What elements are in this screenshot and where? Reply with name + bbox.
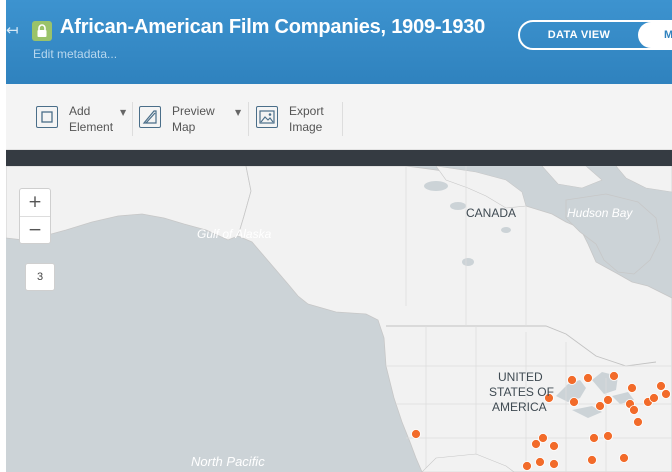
map-marker[interactable] bbox=[549, 441, 559, 451]
export-image-button[interactable]: Export Image bbox=[256, 100, 336, 138]
map-marker[interactable] bbox=[538, 433, 548, 443]
add-element-button[interactable]: Add Element ▼ bbox=[36, 100, 128, 138]
label-gulf-of-alaska: Gulf of Alaska bbox=[197, 227, 272, 241]
chevron-down-icon: ▼ bbox=[235, 108, 242, 117]
label-usa-line1: UNITED bbox=[498, 370, 543, 384]
toolbar: Add Element ▼ Preview Map ▼ Export Image bbox=[6, 84, 672, 150]
map-marker[interactable] bbox=[567, 375, 577, 385]
map-marker[interactable] bbox=[587, 455, 597, 465]
map-marker[interactable] bbox=[535, 457, 545, 467]
toolbar-divider bbox=[132, 102, 133, 136]
chevron-down-icon: ▼ bbox=[120, 108, 127, 117]
map-marker[interactable] bbox=[629, 405, 639, 415]
map-marker[interactable] bbox=[627, 383, 637, 393]
page-title: African-American Film Companies, 1909-19… bbox=[60, 16, 486, 38]
map-marker[interactable] bbox=[661, 389, 671, 399]
toolbar-divider bbox=[248, 102, 249, 136]
map-marker[interactable] bbox=[411, 429, 421, 439]
zoom-control: + − bbox=[19, 188, 51, 244]
map-marker[interactable] bbox=[633, 417, 643, 427]
back-arrow-icon[interactable]: ↤ bbox=[6, 20, 20, 40]
map-marker[interactable] bbox=[522, 461, 532, 471]
map-marker[interactable] bbox=[549, 459, 559, 469]
toolbar-divider bbox=[342, 102, 343, 136]
image-icon bbox=[256, 106, 278, 128]
map-marker[interactable] bbox=[569, 397, 579, 407]
zoom-level-indicator: 3 bbox=[25, 263, 55, 291]
map-icon bbox=[139, 106, 161, 128]
map-marker[interactable] bbox=[619, 453, 629, 463]
map-marker[interactable] bbox=[595, 401, 605, 411]
map-canvas[interactable]: CANADA Hudson Bay Gulf of Alaska UNITED … bbox=[6, 166, 672, 472]
map-marker[interactable] bbox=[603, 431, 613, 441]
map-marker[interactable] bbox=[589, 433, 599, 443]
label-north-pacific: North Pacific bbox=[191, 454, 265, 469]
lock-icon[interactable] bbox=[32, 21, 52, 41]
map-marker[interactable] bbox=[609, 371, 619, 381]
map-view-button[interactable]: M bbox=[638, 22, 672, 48]
zoom-out-button[interactable]: − bbox=[20, 217, 50, 244]
map-marker[interactable] bbox=[656, 381, 666, 391]
map-marker[interactable] bbox=[603, 395, 613, 405]
label-usa-line2: STATES OF bbox=[489, 385, 554, 399]
data-view-button[interactable]: DATA VIEW bbox=[520, 22, 638, 48]
label-canada: CANADA bbox=[466, 206, 517, 220]
preview-map-button[interactable]: Preview Map ▼ bbox=[139, 100, 243, 138]
label-hudson-bay: Hudson Bay bbox=[567, 206, 633, 220]
map-top-bar bbox=[6, 150, 672, 166]
map-marker[interactable] bbox=[649, 393, 659, 403]
square-icon bbox=[36, 106, 58, 128]
map-marker[interactable] bbox=[583, 373, 593, 383]
label-usa-line3: AMERICA bbox=[492, 400, 547, 414]
view-toggle[interactable]: DATA VIEW M bbox=[518, 20, 672, 50]
map-header: ↤ African-American Film Companies, 1909-… bbox=[6, 0, 672, 84]
zoom-in-button[interactable]: + bbox=[20, 189, 50, 216]
edit-metadata-link[interactable]: Edit metadata... bbox=[33, 47, 117, 61]
preview-map-label: Preview Map bbox=[172, 104, 215, 134]
export-image-label: Export Image bbox=[289, 104, 324, 134]
